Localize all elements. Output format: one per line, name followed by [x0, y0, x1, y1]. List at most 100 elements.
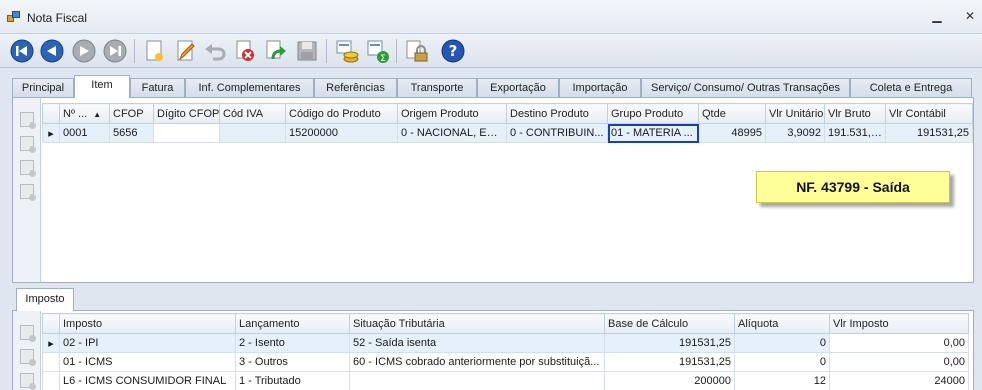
toolbar: Σ ? [0, 34, 982, 68]
cell-cfop[interactable]: 5656 [109, 123, 154, 143]
cell-vlr-imposto[interactable]: 24000 [829, 371, 969, 390]
undo-button[interactable] [201, 37, 229, 65]
tab-imposto[interactable]: Imposto [16, 288, 74, 311]
cell-qtde[interactable]: 48995 [698, 123, 766, 143]
next-record-button[interactable] [70, 37, 98, 65]
imposto-panel: Imposto Lançamento Situação Tributária B… [12, 310, 974, 390]
cell-base[interactable]: 200000 [604, 371, 735, 390]
tab-exportacao[interactable]: Exportação [477, 78, 559, 98]
tab-transporte[interactable]: Transporte [397, 78, 477, 98]
cell-vlr-imposto[interactable]: 0,00 [829, 333, 969, 353]
edit-item-icon[interactable] [20, 160, 36, 177]
cell-lancamento[interactable]: 2 - Isento [235, 333, 350, 353]
totals-button[interactable] [333, 37, 361, 65]
close-icon[interactable]: ✕ [963, 9, 977, 23]
column-header-codigo-produto[interactable]: Código do Produto [285, 103, 398, 124]
coins-icon [336, 40, 359, 63]
column-header-digito-cfop[interactable]: Dígito CFOP [153, 103, 220, 124]
cell-vlr-bruto[interactable]: 191.531,25 [824, 123, 886, 143]
column-header-vlr-bruto[interactable]: Vlr Bruto [824, 103, 886, 124]
save-button[interactable] [293, 37, 321, 65]
help-button[interactable]: ? [439, 37, 467, 65]
cell-codigo-produto[interactable]: 15200000 [285, 123, 398, 143]
cell-cod-iva[interactable] [219, 123, 286, 143]
table-row[interactable]: L6 - ICMS CONSUMIDOR FINAL 1 - Tributado… [42, 371, 969, 390]
tab-importacao[interactable]: Importação [559, 78, 641, 98]
edit-button[interactable] [171, 37, 199, 65]
cell-numero[interactable]: 0001 [59, 123, 110, 143]
first-record-button[interactable] [8, 37, 36, 65]
column-header-qtde[interactable]: Qtde [698, 103, 766, 124]
tab-inf-complementares[interactable]: Inf. Complementares [185, 78, 314, 98]
svg-text:Σ: Σ [380, 54, 386, 64]
cell-lancamento[interactable]: 1 - Tributado [235, 371, 350, 390]
first-icon [10, 39, 34, 63]
column-header-vlr-unitario[interactable]: Vlr Unitário [765, 103, 825, 124]
lock-icon [406, 40, 428, 62]
previous-record-button[interactable] [38, 37, 66, 65]
delete-imposto-icon[interactable] [20, 373, 36, 390]
last-icon [103, 39, 127, 63]
undo-icon [205, 44, 226, 61]
column-header-lancamento[interactable]: Lançamento [235, 313, 350, 334]
column-header-cod-iva[interactable]: Cód IVA [219, 103, 286, 124]
cell-imposto[interactable]: 01 - ICMS [59, 352, 236, 372]
calculate-button[interactable]: Σ [364, 37, 392, 65]
tab-referencias[interactable]: Referências [314, 78, 397, 98]
delete-icon [236, 40, 254, 61]
column-header-situacao-tributaria[interactable]: Situação Tributária [349, 313, 605, 334]
last-record-button[interactable] [101, 37, 129, 65]
tab-servico-consumo[interactable]: Serviço/ Consumo/ Outras Transações [641, 78, 850, 98]
cell-aliquota[interactable]: 12 [734, 371, 830, 390]
cell-digito-cfop[interactable] [153, 123, 220, 143]
add-item-icon[interactable] [20, 112, 36, 129]
cell-vlr-unitario[interactable]: 3,9092 [765, 123, 825, 143]
add-imposto-icon[interactable] [20, 325, 36, 342]
column-header-origem-produto[interactable]: Origem Produto [397, 103, 507, 124]
table-row[interactable]: 01 - ICMS 3 - Outros 60 - ICMS cobrado a… [42, 352, 969, 372]
tab-item[interactable]: Item [74, 75, 130, 98]
window-title: Nota Fiscal [27, 11, 88, 25]
cell-lancamento[interactable]: 3 - Outros [235, 352, 350, 372]
cell-imposto[interactable]: 02 - IPI [59, 333, 236, 353]
cell-situacao[interactable]: 60 - ICMS cobrado anteriormente por subs… [349, 352, 605, 372]
cell-grupo-produto[interactable]: 01 - MATERIA ... [607, 123, 699, 143]
sigma-icon: Σ [367, 40, 389, 64]
tab-principal[interactable]: Principal [12, 78, 74, 98]
cell-vlr-contabil[interactable]: 191531,25 [885, 123, 973, 143]
refresh-icon [266, 40, 286, 60]
column-header-vlr-imposto[interactable]: Vlr Imposto [829, 313, 969, 334]
edit-imposto-icon[interactable] [20, 349, 36, 366]
lock-button[interactable] [402, 37, 430, 65]
table-row[interactable]: ▸ 0001 5656 15200000 0 - NACIONAL, EX...… [42, 123, 973, 143]
column-header-aliquota[interactable]: Alíquota [734, 313, 830, 334]
refresh-button[interactable] [261, 37, 289, 65]
delete-button[interactable] [231, 37, 259, 65]
cell-base[interactable]: 191531,25 [604, 333, 735, 353]
tab-coleta-entrega[interactable]: Coleta e Entrega [850, 78, 972, 98]
delete-item-icon[interactable] [20, 184, 36, 201]
column-header-base-calculo[interactable]: Base de Cálculo [604, 313, 735, 334]
cell-base[interactable]: 191531,25 [604, 352, 735, 372]
new-button[interactable] [140, 37, 168, 65]
cell-situacao[interactable]: 52 - Saída isenta [349, 333, 605, 353]
column-header-grupo-produto[interactable]: Grupo Produto [607, 103, 699, 124]
cell-imposto[interactable]: L6 - ICMS CONSUMIDOR FINAL [59, 371, 236, 390]
column-header-imposto[interactable]: Imposto [59, 313, 236, 334]
column-header-destino-produto[interactable]: Destino Produto [506, 103, 608, 124]
cell-aliquota[interactable]: 0 [734, 352, 830, 372]
cell-vlr-imposto[interactable]: 0,00 [829, 352, 969, 372]
current-row-icon: ▸ [42, 123, 60, 143]
minimize-icon[interactable]: ▁ [930, 9, 944, 23]
column-header-numero[interactable]: Nº ... ▲ [59, 103, 110, 124]
cell-destino-produto[interactable]: 0 - CONTRIBUIN... [506, 123, 608, 143]
column-header-vlr-contabil[interactable]: Vlr Contábil [885, 103, 973, 124]
tab-fatura[interactable]: Fatura [130, 78, 185, 98]
cell-origem-produto[interactable]: 0 - NACIONAL, EX... [397, 123, 507, 143]
cell-situacao[interactable] [349, 371, 605, 390]
insert-item-icon[interactable] [20, 136, 36, 153]
column-header-cfop[interactable]: CFOP [109, 103, 154, 124]
cell-aliquota[interactable]: 0 [734, 333, 830, 353]
previous-icon [40, 39, 64, 63]
table-row[interactable]: ▸ 02 - IPI 2 - Isento 52 - Saída isenta … [42, 333, 969, 353]
